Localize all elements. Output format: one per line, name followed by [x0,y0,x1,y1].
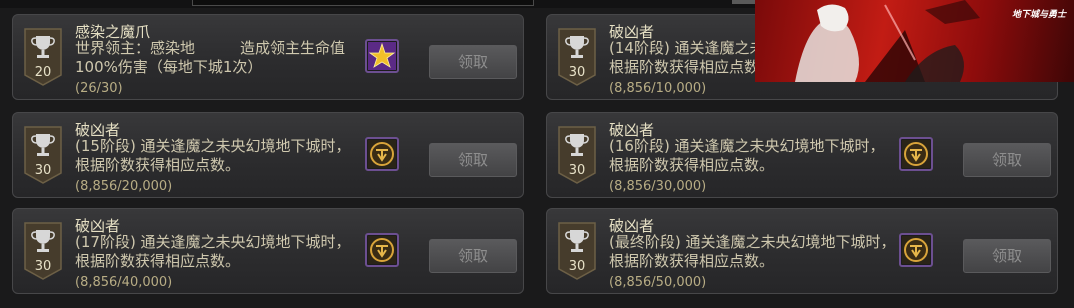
achievement-description: (15阶段) 通关逢魔之未央幻境地下城时，根据阶数获得相应点数。 [75,137,351,174]
achievement-progress: (8,856/50,000) [609,275,707,290]
badge-points: 30 [568,259,586,274]
gold-star-icon [368,42,396,70]
achievement-card: 20 感染之魔爪 世界领主：感染地 造成领主生命值100%伤害（每地下城1次） … [12,14,524,100]
reward-item[interactable] [899,137,933,171]
promo-banner[interactable]: 地下城与勇士 [755,0,1074,82]
trophy-badge: 30 [23,125,63,185]
achievement-progress: (26/30) [75,81,123,96]
achievement-description: (最终阶段) 通关逢魔之未央幻境地下城时，根据阶数获得相应点数。 [609,233,896,270]
achievement-progress: (8,856/40,000) [75,275,173,290]
claim-button[interactable]: 领取 [429,45,517,79]
badge-points: 30 [34,259,52,274]
achievement-description: (16阶段) 通关逢魔之未央幻境地下城时，根据阶数获得相应点数。 [609,137,885,174]
claim-button[interactable]: 领取 [963,143,1051,177]
claim-button[interactable]: 领取 [429,143,517,177]
emblem-icon [902,140,930,168]
achievement-progress: (8,856/30,000) [609,179,707,194]
achievement-description: 世界领主：感染地 造成领主生命值100%伤害（每地下城1次） [75,39,346,76]
trophy-badge: 20 [23,27,63,87]
badge-points: 30 [34,163,52,178]
trophy-badge: 30 [23,221,63,281]
achievement-progress: (8,856/10,000) [609,81,707,96]
claim-button[interactable]: 领取 [963,239,1051,273]
emblem-icon [368,236,396,264]
achievement-card: 30 破凶者 (最终阶段) 通关逢魔之未央幻境地下城时，根据阶数获得相应点数。 … [546,208,1058,294]
reward-item[interactable] [899,233,933,267]
badge-points: 30 [568,65,586,80]
achievement-card: 30 破凶者 (15阶段) 通关逢魔之未央幻境地下城时，根据阶数获得相应点数。 … [12,112,524,198]
achievement-card: 30 破凶者 (17阶段) 通关逢魔之未央幻境地下城时，根据阶数获得相应点数。 … [12,208,524,294]
trophy-badge: 30 [557,221,597,281]
reward-item[interactable] [365,39,399,73]
achievement-progress: (8,856/20,000) [75,179,173,194]
trophy-badge: 30 [557,125,597,185]
achievement-card: 30 破凶者 (16阶段) 通关逢魔之未央幻境地下城时，根据阶数获得相应点数。 … [546,112,1058,198]
reward-item[interactable] [365,233,399,267]
achievement-description: (17阶段) 通关逢魔之未央幻境地下城时，根据阶数获得相应点数。 [75,233,351,270]
emblem-icon [902,236,930,264]
search-field-edge [192,0,534,6]
trophy-badge: 30 [557,27,597,87]
badge-points: 20 [34,65,52,80]
reward-item[interactable] [365,137,399,171]
badge-points: 30 [568,163,586,178]
emblem-icon [368,140,396,168]
claim-button[interactable]: 领取 [429,239,517,273]
promo-tagline: 地下城与勇士 [1011,10,1066,20]
